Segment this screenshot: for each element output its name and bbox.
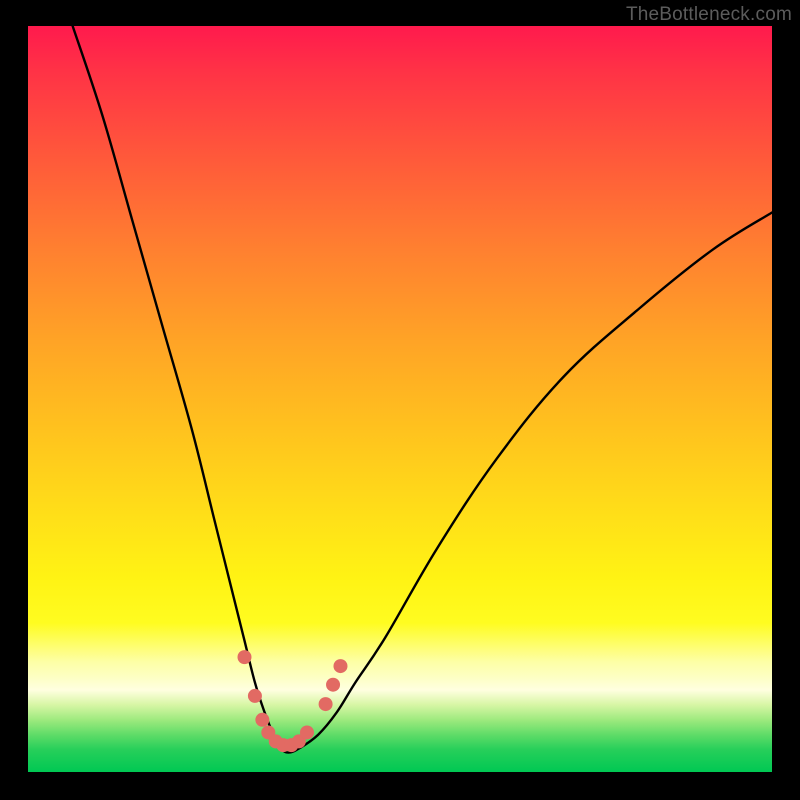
curve-marker — [319, 697, 333, 711]
curve-marker — [326, 678, 340, 692]
bottleneck-curve-line — [73, 26, 772, 753]
curve-markers — [238, 650, 348, 752]
chart-svg — [28, 26, 772, 772]
curve-marker — [238, 650, 252, 664]
curve-marker — [300, 725, 314, 739]
chart-plot-area — [28, 26, 772, 772]
attribution-text: TheBottleneck.com — [626, 4, 792, 26]
curve-marker — [248, 689, 262, 703]
curve-marker — [255, 713, 269, 727]
curve-marker — [333, 659, 347, 673]
